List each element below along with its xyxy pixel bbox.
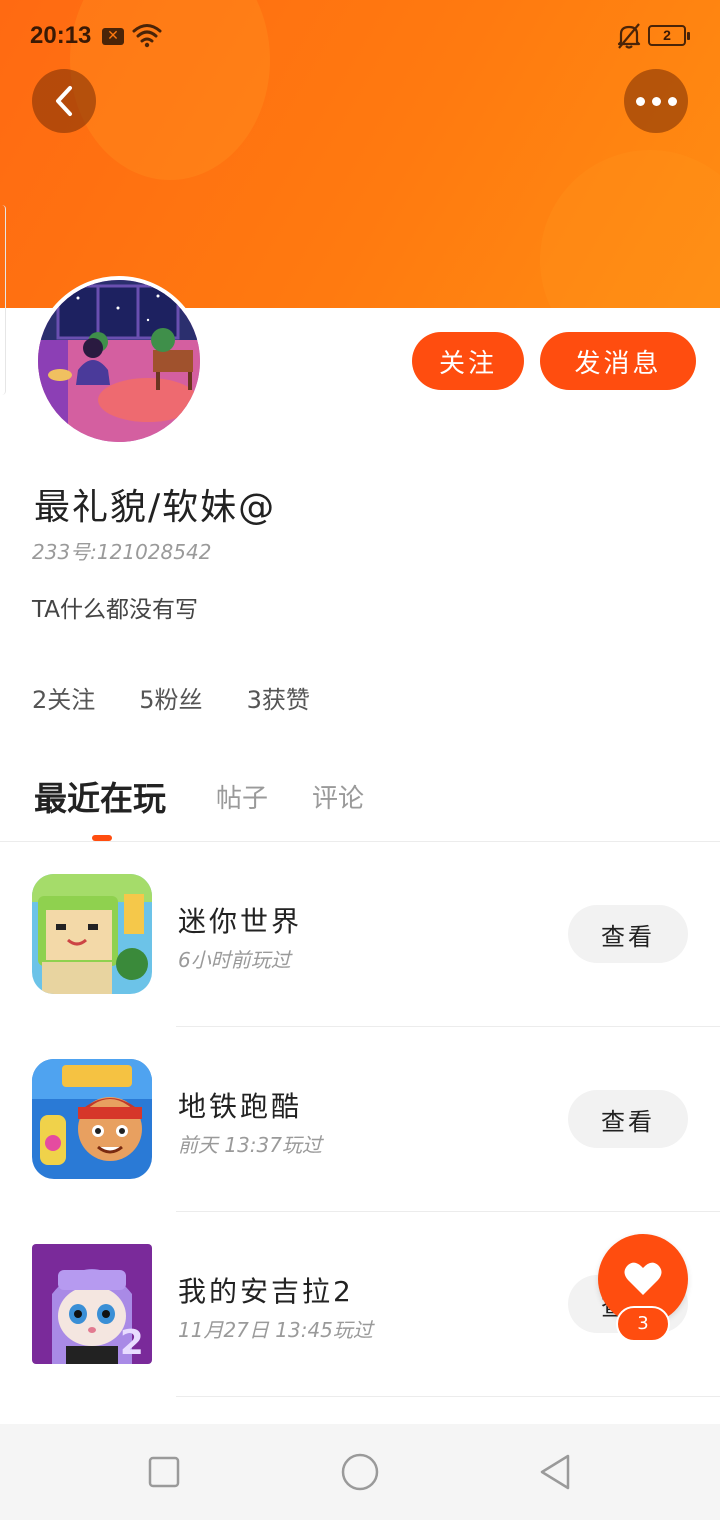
game-name: 迷你世界 xyxy=(178,905,303,938)
tabs-divider xyxy=(0,841,720,842)
circle-icon[interactable] xyxy=(340,1452,380,1492)
send-message-button[interactable]: 发消息 xyxy=(540,332,696,390)
likes-count: 3获赞 xyxy=(246,686,310,714)
battery-indicator: 2 xyxy=(648,25,690,46)
row-divider xyxy=(176,1396,720,1397)
more-dots-icon xyxy=(635,96,677,106)
heart-icon xyxy=(624,1262,662,1295)
x-box-icon: ✕ xyxy=(102,28,124,45)
game-name: 地铁跑酷 xyxy=(178,1090,303,1123)
system-nav-bar xyxy=(0,1424,720,1520)
profile-stats: 2关注 5粉丝 3获赞 xyxy=(32,680,310,715)
follow-button[interactable]: 关注 xyxy=(412,332,524,390)
like-count-badge: 3 xyxy=(616,1306,670,1342)
game-icon-mini-world[interactable] xyxy=(32,874,152,994)
nickname: 最礼貌/软妹@ xyxy=(34,487,277,528)
more-button[interactable] xyxy=(624,69,688,133)
user-id: 233号:121028542 xyxy=(32,540,212,564)
bell-off-icon xyxy=(617,23,641,49)
edge-handle xyxy=(0,205,6,395)
game-played-time: 11月27日 13:45玩过 xyxy=(178,1318,373,1342)
following-count[interactable]: 2关注 xyxy=(32,680,95,715)
avatar[interactable] xyxy=(34,276,204,446)
status-bar: 20:13 ✕ 2 xyxy=(0,0,720,72)
game-played-time: 6小时前玩过 xyxy=(178,948,291,972)
game-name: 我的安吉拉2 xyxy=(178,1275,354,1308)
row-divider xyxy=(176,1211,720,1212)
bio: TA什么都没有写 xyxy=(32,597,198,623)
tab-recently-played[interactable]: 最近在玩 xyxy=(34,772,166,820)
triangle-back-icon[interactable] xyxy=(536,1452,576,1492)
chevron-left-icon xyxy=(56,86,72,116)
status-time: 20:13 xyxy=(30,22,92,49)
game-played-time: 前天 13:37玩过 xyxy=(178,1133,322,1157)
svg-text:2: 2 xyxy=(120,1323,144,1363)
avatar-illustration xyxy=(38,280,200,442)
tab-comments[interactable]: 评论 xyxy=(312,778,364,815)
square-icon[interactable] xyxy=(144,1452,184,1492)
wifi-icon xyxy=(132,24,162,48)
fans-count[interactable]: 5粉丝 xyxy=(139,680,202,715)
tab-posts[interactable]: 帖子 xyxy=(216,778,268,815)
view-game-button[interactable]: 查看 xyxy=(568,905,688,963)
row-divider xyxy=(176,1026,720,1027)
game-icon-subway-surfers[interactable] xyxy=(32,1059,152,1179)
back-button[interactable] xyxy=(32,69,96,133)
view-game-button[interactable]: 查看 xyxy=(568,1090,688,1148)
game-icon-my-talking-angela-2[interactable]: 2 xyxy=(32,1244,152,1364)
